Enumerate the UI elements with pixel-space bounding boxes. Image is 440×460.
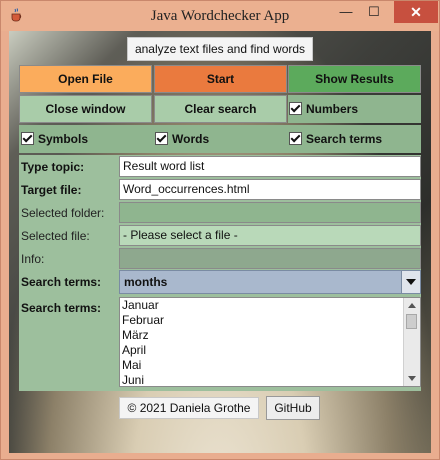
selected-file-label: Selected file:	[21, 229, 90, 243]
github-button[interactable]: GitHub	[266, 396, 320, 420]
show-results-button[interactable]: Show Results	[288, 65, 421, 93]
type-topic-label: Type topic:	[21, 160, 85, 174]
numbers-checkbox[interactable]: Numbers	[289, 97, 358, 121]
search-terms-list-label: Search terms:	[21, 301, 102, 315]
selected-folder-field	[119, 202, 421, 223]
app-subtitle: analyze text files and find words	[127, 37, 313, 61]
symbols-checkbox[interactable]: Symbols	[21, 127, 88, 151]
type-topic-input[interactable]: Result word list	[119, 156, 421, 177]
list-item[interactable]: Februar	[120, 313, 420, 328]
symbols-label: Symbols	[38, 132, 89, 146]
info-field	[119, 248, 421, 269]
open-file-button[interactable]: Open File	[19, 65, 152, 93]
title-bar[interactable]: Java Wordchecker App — ☐ ✕	[1, 1, 439, 31]
search-terms-selected: months	[124, 275, 168, 289]
maximize-button[interactable]: ☐	[360, 1, 388, 23]
search-terms-combo-label: Search terms:	[21, 275, 102, 289]
list-item[interactable]: März	[120, 328, 420, 343]
chevron-down-icon[interactable]	[401, 271, 420, 293]
words-checkbox[interactable]: Words	[155, 127, 209, 151]
list-item[interactable]: Januar	[120, 298, 420, 313]
list-scrollbar[interactable]	[403, 298, 420, 386]
checkbox-check-icon	[289, 132, 302, 145]
start-button[interactable]: Start	[154, 65, 287, 93]
words-label: Words	[172, 132, 210, 146]
form-panel: Type topic: Result word list Target file…	[19, 155, 421, 391]
list-item[interactable]: Mai	[120, 358, 420, 373]
numbers-label: Numbers	[306, 102, 359, 116]
search-terms-checkbox-label: Search terms	[306, 132, 383, 146]
target-file-input[interactable]: Word_occurrences.html	[119, 179, 421, 200]
search-terms-list[interactable]: Januar Februar März April Mai Juni	[119, 297, 421, 387]
scroll-down-icon[interactable]	[408, 376, 416, 381]
selected-file-field: - Please select a file -	[119, 225, 421, 246]
search-terms-checkbox[interactable]: Search terms	[289, 127, 382, 151]
app-window: Java Wordchecker App — ☐ ✕ analyze text …	[0, 0, 440, 460]
scrollbar-thumb[interactable]	[406, 314, 417, 329]
target-file-label: Target file:	[21, 183, 82, 197]
info-label: Info:	[21, 252, 45, 266]
list-item[interactable]: April	[120, 343, 420, 358]
minimize-button[interactable]: —	[332, 1, 360, 23]
selected-folder-label: Selected folder:	[21, 206, 105, 220]
checkbox-check-icon	[155, 132, 168, 145]
checkbox-check-icon	[21, 132, 34, 145]
close-window-button[interactable]: Close window	[19, 95, 152, 123]
scroll-up-icon[interactable]	[408, 303, 416, 308]
list-item[interactable]: Juni	[120, 373, 420, 386]
checkbox-check-icon	[289, 102, 302, 115]
copyright-label: © 2021 Daniela Grothe	[119, 397, 259, 419]
close-button[interactable]: ✕	[394, 1, 438, 23]
clear-search-button[interactable]: Clear search	[154, 95, 287, 123]
search-terms-dropdown[interactable]: months	[119, 270, 421, 294]
content-area: analyze text files and find words Open F…	[9, 31, 431, 453]
